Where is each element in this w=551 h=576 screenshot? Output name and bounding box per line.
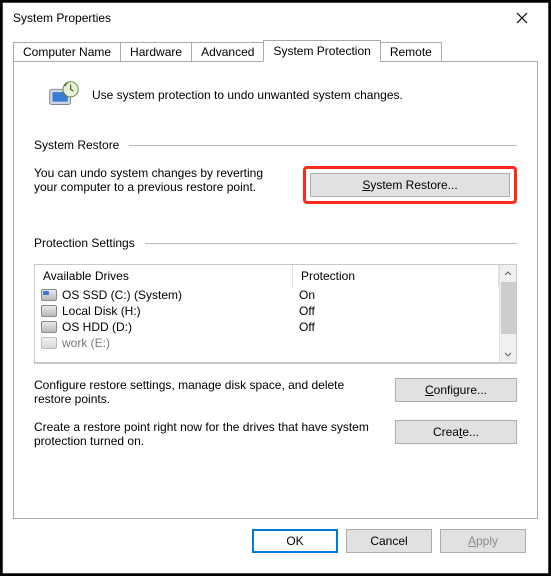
- system-restore-button[interactable]: System Restore...: [310, 173, 510, 197]
- create-row: Create a restore point right now for the…: [34, 420, 517, 448]
- drive-icon: [41, 321, 57, 333]
- intro-row: Use system protection to undo unwanted s…: [34, 76, 517, 114]
- drive-icon: [41, 289, 57, 301]
- ok-button[interactable]: OK: [252, 529, 338, 553]
- drive-name: Local Disk (H:): [62, 304, 141, 318]
- col-protection[interactable]: Protection: [293, 265, 499, 287]
- tabpanel-system-protection: Use system protection to undo unwanted s…: [13, 61, 538, 519]
- close-button[interactable]: [500, 4, 544, 32]
- drive-name: OS HDD (D:): [62, 320, 132, 334]
- section-title-restore: System Restore: [34, 138, 119, 152]
- drives-rows: OS SSD (C:) (System) On Local Disk (H:) …: [35, 287, 499, 351]
- divider: [129, 145, 517, 146]
- table-row[interactable]: OS SSD (C:) (System) On: [35, 287, 499, 303]
- section-title-protection: Protection Settings: [34, 236, 135, 250]
- system-properties-window: System Properties Computer Name Hardware…: [2, 2, 549, 574]
- scrollbar-thumb[interactable]: [501, 282, 516, 334]
- table-row[interactable]: Local Disk (H:) Off: [35, 303, 499, 319]
- chevron-up-icon: [504, 270, 512, 278]
- col-available-drives[interactable]: Available Drives: [35, 265, 293, 287]
- drive-name: work (E:): [62, 336, 110, 350]
- create-button[interactable]: Create...: [395, 420, 517, 444]
- drive-icon: [41, 305, 57, 317]
- system-protection-icon: [44, 76, 82, 114]
- intro-text: Use system protection to undo unwanted s…: [92, 88, 403, 102]
- cancel-button[interactable]: Cancel: [346, 529, 432, 553]
- tabstrip: Computer Name Hardware Advanced System P…: [13, 40, 538, 62]
- section-system-restore: System Restore: [34, 138, 517, 152]
- dialog-footer: OK Cancel Apply: [13, 519, 538, 563]
- configure-text: Configure restore settings, manage disk …: [34, 378, 379, 406]
- tab-system-protection[interactable]: System Protection: [263, 40, 380, 62]
- drive-protection: [293, 342, 499, 344]
- drive-protection: Off: [293, 319, 499, 335]
- tab-advanced[interactable]: Advanced: [191, 42, 264, 62]
- scrollbar[interactable]: [499, 265, 516, 362]
- configure-button[interactable]: Configure...: [395, 378, 517, 402]
- restore-row: You can undo system changes by reverting…: [34, 166, 517, 204]
- tab-computer-name[interactable]: Computer Name: [13, 42, 121, 62]
- drive-icon: [41, 337, 57, 349]
- restore-text: You can undo system changes by reverting…: [34, 166, 279, 194]
- drive-protection: On: [293, 287, 499, 303]
- window-title: System Properties: [13, 11, 111, 25]
- drives-scroll: Available Drives Protection OS SSD (C:) …: [35, 265, 499, 362]
- chevron-down-icon: [504, 350, 512, 358]
- table-row[interactable]: OS HDD (D:) Off: [35, 319, 499, 335]
- create-text: Create a restore point right now for the…: [34, 420, 379, 448]
- tab-remote[interactable]: Remote: [380, 42, 442, 62]
- scroll-up-button[interactable]: [500, 265, 516, 282]
- table-row[interactable]: work (E:): [35, 335, 499, 351]
- drives-header: Available Drives Protection: [35, 265, 499, 287]
- drive-name: OS SSD (C:) (System): [62, 288, 182, 302]
- highlight-box: System Restore...: [303, 166, 517, 204]
- configure-row: Configure restore settings, manage disk …: [34, 378, 517, 406]
- window-body: Computer Name Hardware Advanced System P…: [3, 33, 548, 573]
- titlebar: System Properties: [3, 3, 548, 33]
- drives-table: Available Drives Protection OS SSD (C:) …: [34, 264, 517, 364]
- tab-hardware[interactable]: Hardware: [120, 42, 192, 62]
- scroll-down-button[interactable]: [500, 345, 516, 362]
- drive-protection: Off: [293, 303, 499, 319]
- section-protection-settings: Protection Settings: [34, 236, 517, 250]
- divider: [145, 243, 517, 244]
- close-icon: [516, 12, 528, 24]
- apply-button: Apply: [440, 529, 526, 553]
